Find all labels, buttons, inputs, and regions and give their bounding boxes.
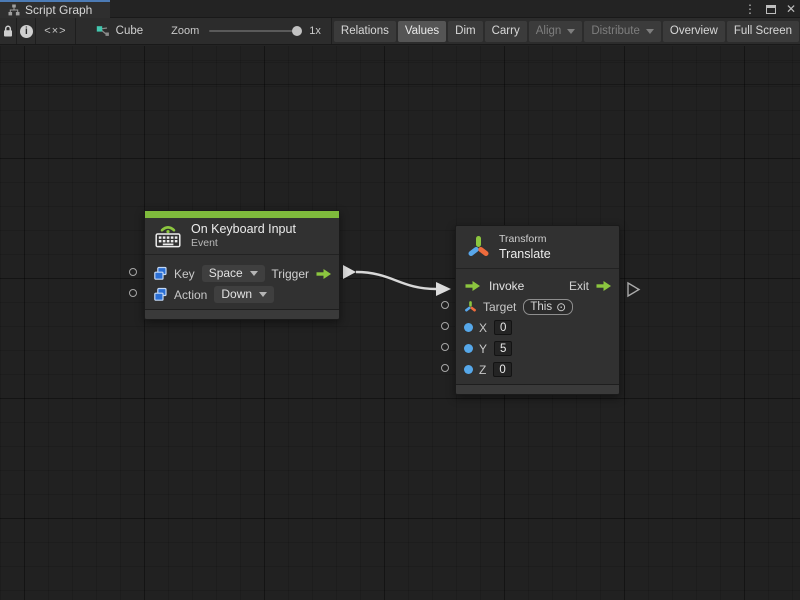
node-on-keyboard-input[interactable]: On Keyboard Input Event Key Space — [144, 210, 340, 320]
align-dropdown-button[interactable]: Align — [529, 21, 583, 42]
y-label: Y — [479, 342, 487, 356]
value-input-icon — [153, 287, 168, 302]
trigger-output-port-icon[interactable] — [315, 268, 332, 280]
node-header: Transform Translate — [456, 226, 619, 269]
transform-gizmo-icon — [466, 234, 491, 260]
invoke-label: Invoke — [489, 279, 524, 293]
target-indicator[interactable]: Cube — [96, 18, 158, 44]
x-input-port[interactable] — [441, 322, 449, 330]
zoom-value: 1x — [309, 25, 321, 37]
window-controls: ⋮ ✕ — [744, 0, 796, 18]
action-label: Action — [174, 288, 207, 302]
y-input-port[interactable] — [441, 343, 449, 351]
z-label: Z — [479, 363, 486, 377]
toolbar-buttons: Relations Values Dim Carry Align Distrib… — [332, 18, 800, 44]
value-port-icon — [464, 365, 473, 374]
chevron-down-icon — [646, 29, 654, 34]
values-button[interactable]: Values — [398, 21, 446, 42]
action-dropdown[interactable]: Down — [214, 286, 274, 303]
tab-script-graph[interactable]: Script Graph — [0, 0, 110, 18]
chevron-down-icon — [259, 292, 267, 297]
overview-button[interactable]: Overview — [663, 21, 725, 42]
y-row: Y 5 — [456, 338, 619, 359]
key-label: Key — [174, 267, 195, 281]
code-icon: <×> — [44, 25, 66, 37]
node-transform-translate[interactable]: Transform Translate Invoke Exit — [455, 225, 620, 395]
node-body: Key Space Trigger — [145, 255, 339, 309]
action-input-port[interactable] — [129, 289, 137, 297]
node-header: On Keyboard Input Event — [145, 218, 339, 255]
node-footer — [145, 309, 339, 319]
y-value-field[interactable]: 5 — [494, 341, 512, 356]
target-label: Target — [483, 300, 516, 314]
key-input-port[interactable] — [129, 268, 137, 276]
value-port-icon — [464, 323, 473, 332]
key-dropdown[interactable]: Space — [202, 265, 265, 282]
title-bar: Script Graph ⋮ ✕ — [0, 0, 800, 18]
window-menu-button[interactable]: ⋮ — [744, 0, 756, 18]
info-icon: i — [20, 25, 33, 38]
dim-button[interactable]: Dim — [448, 21, 482, 42]
value-port-icon — [464, 344, 473, 353]
chevron-down-icon — [250, 271, 258, 276]
node-title: Translate — [499, 247, 551, 261]
target-object-button[interactable]: This ⊙ — [523, 299, 573, 315]
maximize-button[interactable] — [766, 5, 776, 14]
relations-button[interactable]: Relations — [334, 21, 396, 42]
x-label: X — [479, 321, 487, 335]
wire-start-arrow-icon — [343, 265, 356, 279]
graph-hierarchy-icon — [8, 4, 20, 16]
node-title: On Keyboard Input — [191, 222, 296, 236]
x-row: X 0 — [456, 317, 619, 338]
target-row: Target This ⊙ — [456, 296, 619, 317]
target-input-port[interactable] — [441, 301, 449, 309]
action-row: Action Down — [145, 284, 339, 305]
keyboard-icon — [153, 222, 183, 249]
script-graph-window: Script Graph ⋮ ✕ i <×> — [0, 0, 800, 600]
exit-port-triangle-icon — [628, 283, 639, 296]
info-button[interactable]: i — [17, 18, 36, 44]
tab-title: Script Graph — [25, 3, 92, 17]
target-picker-icon: ⊙ — [556, 300, 566, 314]
exit-output-port-icon[interactable] — [595, 280, 612, 292]
exit-label: Exit — [569, 279, 589, 293]
chevron-down-icon — [567, 29, 575, 34]
value-input-icon — [153, 266, 168, 281]
wire-end-arrow-icon — [436, 282, 451, 296]
node-category: Transform — [499, 233, 551, 245]
zoom-label: Zoom — [171, 25, 199, 37]
view-code-button[interactable]: <×> — [36, 18, 75, 44]
lock-button[interactable] — [0, 18, 17, 44]
full-screen-button[interactable]: Full Screen — [727, 21, 799, 42]
lock-icon — [2, 24, 14, 38]
key-row: Key Space Trigger — [145, 263, 339, 284]
z-value-field[interactable]: 0 — [493, 362, 511, 377]
zoom-slider-handle[interactable] — [292, 26, 302, 36]
graph-toolbar: i <×> Cube Zoom 1x Relations Values — [0, 18, 800, 45]
target-label: Cube — [116, 25, 144, 37]
close-button[interactable]: ✕ — [786, 0, 796, 18]
z-row: Z 0 — [456, 359, 619, 380]
node-footer — [456, 384, 619, 394]
transform-mini-icon — [464, 300, 477, 314]
node-body: Invoke Exit — [456, 269, 619, 384]
event-accent-bar — [145, 211, 339, 218]
x-value-field[interactable]: 0 — [494, 320, 512, 335]
carry-button[interactable]: Carry — [485, 21, 527, 42]
zoom-slider[interactable] — [209, 30, 301, 32]
connection-wire — [0, 46, 800, 600]
invoke-row: Invoke Exit — [456, 275, 619, 296]
graph-canvas[interactable]: On Keyboard Input Event Key Space — [0, 46, 800, 600]
node-subtitle: Event — [191, 237, 296, 249]
z-input-port[interactable] — [441, 364, 449, 372]
invoke-input-port-icon[interactable] — [464, 280, 481, 292]
distribute-dropdown-button[interactable]: Distribute — [584, 21, 661, 42]
zoom-control: Zoom 1x — [171, 18, 332, 44]
script-graph-asset-icon — [96, 25, 110, 38]
trigger-label: Trigger — [271, 267, 309, 281]
